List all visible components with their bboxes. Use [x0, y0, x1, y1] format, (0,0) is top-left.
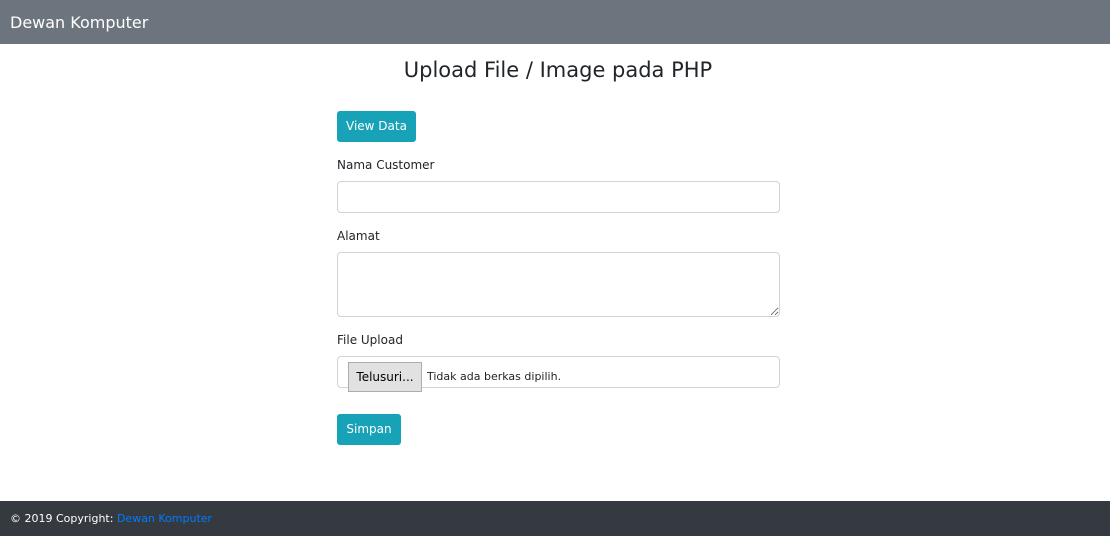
nama-customer-label: Nama Customer [337, 158, 435, 172]
footer-link[interactable]: Dewan Komputer [117, 512, 212, 525]
nama-customer-input[interactable] [337, 181, 780, 213]
navbar-brand[interactable]: Dewan Komputer [10, 13, 148, 32]
browse-button[interactable]: Telusuri... [348, 362, 422, 392]
alamat-label: Alamat [337, 229, 380, 243]
page-title: Upload File / Image pada PHP [403, 58, 713, 82]
alamat-textarea[interactable] [337, 252, 780, 317]
copyright-text: © 2019 Copyright: [10, 512, 117, 525]
file-upload-label: File Upload [337, 333, 403, 347]
footer-copyright: © 2019 Copyright: Dewan Komputer [10, 512, 212, 525]
simpan-button[interactable]: Simpan [337, 414, 401, 445]
file-status-text: Tidak ada berkas dipilih. [427, 370, 562, 383]
file-upload-input[interactable]: Telusuri... Tidak ada berkas dipilih. [337, 356, 780, 392]
view-data-button[interactable]: View Data [337, 111, 416, 142]
footer: © 2019 Copyright: Dewan Komputer [0, 501, 1110, 536]
navbar: Dewan Komputer [0, 0, 1110, 44]
